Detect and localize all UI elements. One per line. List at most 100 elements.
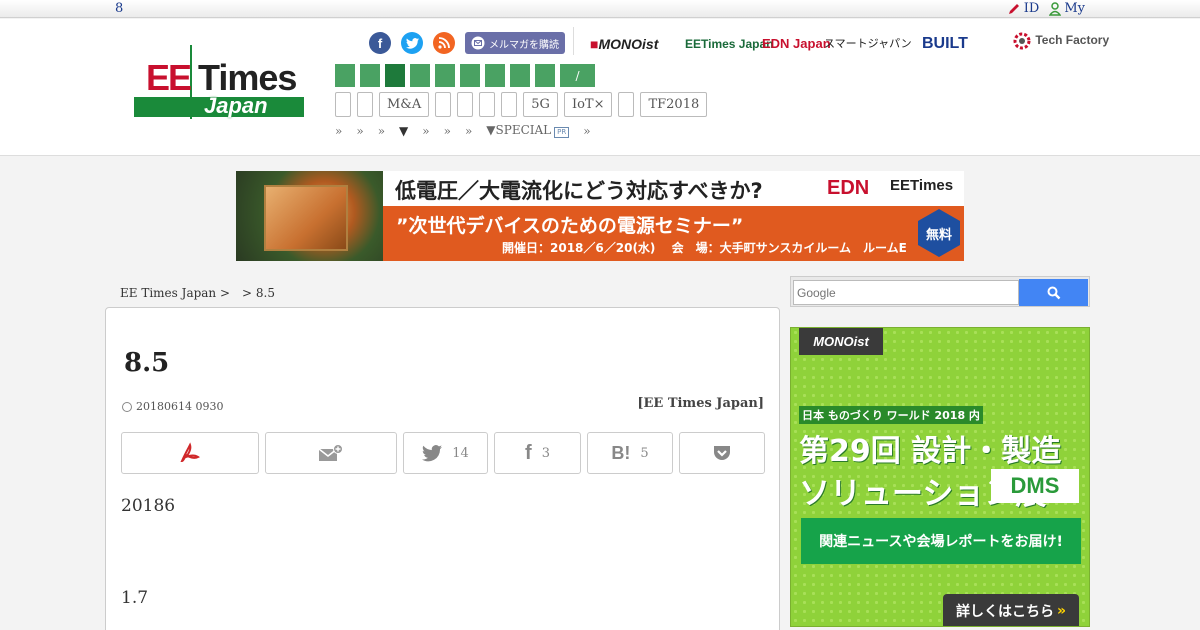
ad-dms-badge: DMS xyxy=(991,469,1079,503)
banner-edn-logo: EDN xyxy=(827,177,870,199)
pencil-icon xyxy=(1008,3,1019,14)
article-title: 8.5 xyxy=(124,348,170,378)
ad-news-bar: 関連ニュースや会場レポートをお届け! xyxy=(801,518,1081,564)
my-link-label: My xyxy=(1064,1,1085,16)
dms-advertisement[interactable]: MONOist 日本 ものづくり ワールド 2018 内 第29回 設計・製造 … xyxy=(790,327,1090,627)
search-input[interactable] xyxy=(793,280,1019,305)
ad-line1: 日本 ものづくり ワールド 2018 内 xyxy=(799,406,983,424)
tag-item[interactable]: M&A xyxy=(379,92,430,117)
twitter-share-button[interactable]: 14 xyxy=(403,432,488,474)
social-links: f メルマガを購読 xyxy=(369,32,565,54)
category-nav-item[interactable] xyxy=(510,64,530,87)
rss-icon[interactable] xyxy=(433,32,455,54)
sub-nav: » » » ▼ » » » ▼SPECIAL PR » xyxy=(335,123,591,138)
tag-item[interactable]: TF2018 xyxy=(640,92,708,117)
brand-eetimes[interactable]: EETimes Japan xyxy=(685,31,774,57)
tag-item[interactable] xyxy=(618,92,635,117)
tag-item[interactable] xyxy=(335,92,351,117)
newsletter-button[interactable]: メルマガを購読 xyxy=(465,32,565,54)
sub-nav-link[interactable]: » xyxy=(422,124,429,138)
ad-line2: 第29回 設計・製造 xyxy=(799,434,1062,469)
banner-details: 開催日：2018／6／20(水) 会 場：大手町サンスカイルーム ルームE xyxy=(502,241,907,255)
tag-item[interactable] xyxy=(357,92,373,117)
google-search xyxy=(790,276,1090,307)
article-source: [EE Times Japan] xyxy=(637,396,764,411)
tag-item[interactable] xyxy=(479,92,496,117)
ee-times-japan-logo[interactable]: EE Times Japan xyxy=(134,45,306,121)
hatena-count: 5 xyxy=(640,445,649,461)
tag-nav: M&A 5G IoT× TF2018 xyxy=(335,92,708,117)
article-paragraph: 1.7 xyxy=(121,588,149,608)
logo-ee: EE xyxy=(146,57,192,98)
facebook-count: 3 xyxy=(541,445,550,461)
mail-share-button[interactable] xyxy=(265,432,397,474)
mail-icon xyxy=(471,36,485,50)
mail-plus-icon xyxy=(318,444,343,461)
header-divider xyxy=(573,27,574,55)
id-link-label: ID xyxy=(1023,1,1040,16)
brand-tech-factory[interactable]: Tech Factory xyxy=(1012,31,1109,51)
gear-icon xyxy=(1013,32,1031,50)
tag-item[interactable] xyxy=(435,92,452,117)
sub-nav-link[interactable]: » xyxy=(335,124,342,138)
hatena-share-button[interactable]: B! 5 xyxy=(587,432,673,474)
top-bar-text: 8 xyxy=(115,1,124,16)
twitter-count: 14 xyxy=(452,445,469,461)
top-bar-links: ID My xyxy=(1007,0,1085,17)
article-date: 20180614 0930 xyxy=(122,400,223,413)
pdf-button[interactable] xyxy=(121,432,259,474)
chip-image xyxy=(236,171,383,261)
brand-monoist[interactable]: ■MONOist xyxy=(590,31,658,57)
ad-more-button[interactable]: 詳しくはこちら» xyxy=(943,594,1079,626)
tag-item[interactable] xyxy=(501,92,518,117)
breadcrumb[interactable]: EE Times Japan > > 8.5 xyxy=(120,284,275,301)
facebook-share-button[interactable]: f 3 xyxy=(494,432,581,474)
sub-nav-link[interactable]: » xyxy=(465,124,472,138)
brand-edn[interactable]: EDN Japan xyxy=(762,31,831,57)
twitter-icon[interactable] xyxy=(401,32,423,54)
facebook-icon[interactable]: f xyxy=(369,32,391,54)
article-card: 8.5 20180614 0930 [EE Times Japan] 14 f … xyxy=(105,307,780,630)
seminar-banner[interactable]: 低電圧／大電流化にどう対応すべきか? EDN EETimes ”次世代デバイスの… xyxy=(236,171,964,261)
category-nav-item[interactable] xyxy=(460,64,480,87)
search-icon xyxy=(1047,286,1060,299)
special-dropdown[interactable]: ▼SPECIAL PR xyxy=(486,123,570,138)
brand-smart-japan[interactable]: スマートジャパン xyxy=(824,31,912,57)
category-nav-item[interactable] xyxy=(410,64,430,87)
pr-badge: PR xyxy=(554,127,570,138)
sub-nav-link[interactable]: » xyxy=(378,124,385,138)
category-nav-item[interactable] xyxy=(360,64,380,87)
top-bar: 8 ID My xyxy=(0,0,1200,18)
brand-built[interactable]: BUILT xyxy=(922,31,968,57)
category-nav-item[interactable] xyxy=(435,64,455,87)
double-chevron-icon: » xyxy=(1056,603,1067,619)
tag-item[interactable] xyxy=(457,92,474,117)
newsletter-label: メルマガを購読 xyxy=(489,39,559,51)
search-button[interactable] xyxy=(1019,279,1088,306)
ad-more-label: 詳しくはこちら xyxy=(955,604,1054,620)
clock-icon xyxy=(122,401,132,412)
tag-item[interactable]: 5G xyxy=(523,92,558,117)
my-link[interactable]: My xyxy=(1049,0,1085,17)
share-bar: 14 f 3 B! 5 xyxy=(121,432,765,474)
sub-nav-link[interactable]: » xyxy=(444,124,451,138)
pocket-icon xyxy=(714,446,730,460)
banner-subline: ”次世代デバイスのための電源セミナー” xyxy=(396,215,744,237)
category-nav-item[interactable]: / xyxy=(560,64,595,87)
sub-nav-dropdown[interactable]: ▼ xyxy=(399,124,408,138)
category-nav-item[interactable] xyxy=(385,64,405,87)
pocket-button[interactable] xyxy=(679,432,765,474)
logo-japan: Japan xyxy=(204,93,268,118)
user-icon xyxy=(1049,1,1062,16)
category-nav-item[interactable] xyxy=(535,64,555,87)
facebook-icon: f xyxy=(525,441,532,464)
banner-headline: 低電圧／大電流化にどう対応すべきか? xyxy=(395,179,763,203)
category-nav-item[interactable] xyxy=(485,64,505,87)
category-nav: / xyxy=(335,64,595,87)
article-date-text: 20180614 0930 xyxy=(136,400,224,413)
sub-nav-link[interactable]: » xyxy=(356,124,363,138)
category-nav-item[interactable] xyxy=(335,64,355,87)
tag-item[interactable]: IoT× xyxy=(563,92,613,117)
id-link[interactable]: ID xyxy=(1007,0,1040,17)
sub-nav-link[interactable]: » xyxy=(583,124,590,138)
